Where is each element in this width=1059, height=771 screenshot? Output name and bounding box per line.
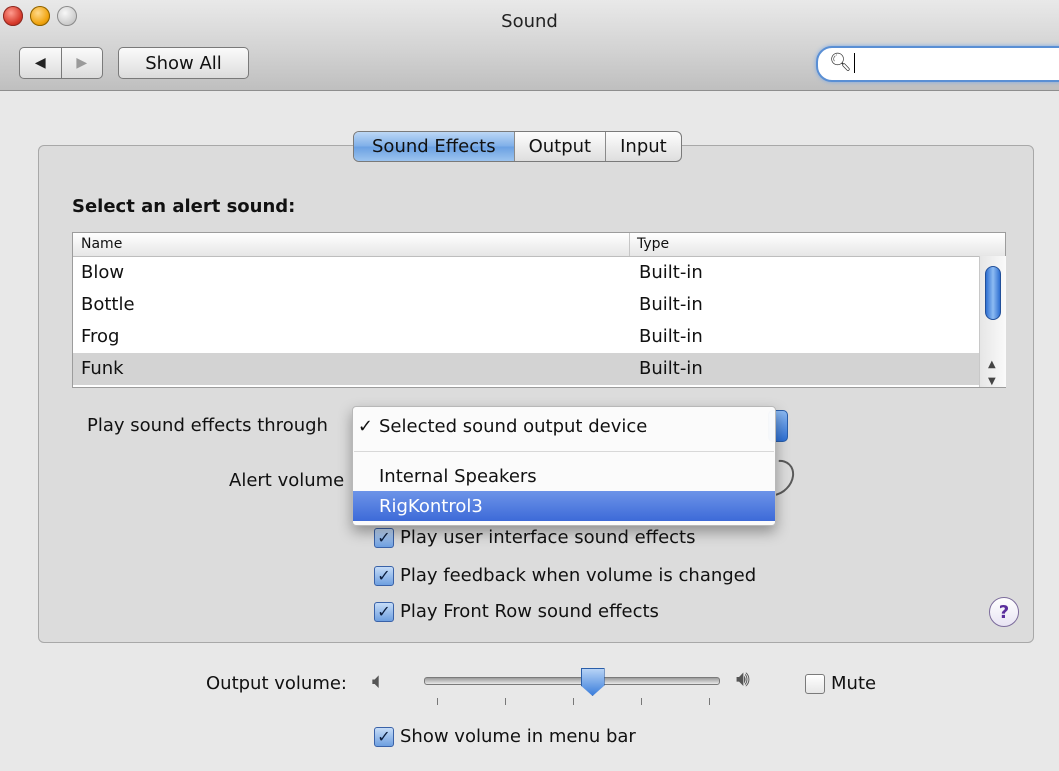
tab-input[interactable]: Input	[605, 132, 681, 161]
checkbox-label: Play feedback when volume is changed	[400, 565, 757, 586]
checkbox-label: Show volume in menu bar	[400, 726, 636, 747]
column-header-name[interactable]: Name	[81, 236, 122, 252]
menu-item-internal-speakers[interactable]: Internal Speakers	[353, 461, 775, 491]
search-icon: 🔍︎	[829, 52, 852, 73]
feedback-checkbox[interactable]: ✓ Play feedback when volume is changed	[374, 565, 756, 586]
menu-item-label: RigKontrol3	[379, 495, 483, 517]
scroll-up-icon[interactable]: ▲	[988, 359, 996, 370]
output-device-menu: ✓ Selected sound output device Internal …	[352, 406, 776, 526]
output-volume-slider[interactable]	[424, 677, 720, 685]
alert-volume-label: Alert volume	[229, 470, 345, 491]
column-header-type[interactable]: Type	[637, 236, 669, 252]
show-volume-menubar-checkbox[interactable]: ✓ Show volume in menu bar	[374, 726, 636, 747]
volume-slider-knob[interactable]	[580, 668, 605, 696]
menu-separator	[354, 451, 774, 452]
row-type: Built-in	[639, 262, 703, 283]
menu-item-label: Internal Speakers	[379, 465, 537, 487]
menu-item-selected-output-device[interactable]: ✓ Selected sound output device	[353, 411, 775, 441]
slider-tick	[505, 698, 506, 705]
checkbox-label: Play user interface sound effects	[400, 527, 696, 548]
window-toolbar: Sound ◀ ▶ Show All 🔍︎	[0, 0, 1059, 91]
checkbox-label: Play Front Row sound effects	[400, 601, 659, 622]
table-row[interactable]: Frog Built-in	[73, 321, 979, 353]
slider-tick	[573, 698, 574, 705]
row-name: Bottle	[81, 294, 135, 315]
slider-tick	[641, 698, 642, 705]
alert-sound-table: Name Type Blow Built-in Bottle Built-in …	[72, 232, 1006, 388]
mute-checkbox[interactable]: Mute	[805, 673, 876, 694]
tab-sound-effects[interactable]: Sound Effects	[354, 132, 514, 161]
back-button[interactable]: ◀	[20, 48, 61, 78]
table-row[interactable]: Bottle Built-in	[73, 289, 979, 321]
ui-sounds-checkbox[interactable]: ✓ Play user interface sound effects	[374, 527, 695, 548]
row-type: Built-in	[639, 294, 703, 315]
output-volume-label: Output volume:	[206, 673, 347, 694]
slider-tick	[437, 698, 438, 705]
row-name: Blow	[81, 262, 125, 283]
text-caret	[854, 53, 855, 73]
table-header: Name Type	[73, 233, 1005, 257]
speaker-low-icon: 🔈︎	[372, 669, 386, 694]
checkbox-checked-icon: ✓	[374, 726, 394, 747]
checkmark-icon: ✓	[357, 415, 373, 437]
forward-button[interactable]: ▶	[60, 48, 103, 78]
scrollbar-thumb[interactable]	[985, 266, 1001, 320]
show-all-button[interactable]: Show All	[118, 47, 249, 79]
column-divider	[629, 233, 630, 256]
search-input[interactable]: 🔍︎	[816, 46, 1059, 82]
table-scrollbar[interactable]: ▲ ▼	[979, 256, 1006, 387]
checkbox-label: Mute	[831, 673, 877, 694]
speaker-high-icon: 🔊︎	[736, 667, 750, 692]
play-through-label: Play sound effects through	[87, 415, 328, 436]
alert-sound-heading: Select an alert sound:	[72, 196, 296, 217]
front-row-checkbox[interactable]: ✓ Play Front Row sound effects	[374, 601, 659, 622]
table-row[interactable]: Blow Built-in	[73, 257, 979, 289]
window-title: Sound	[501, 11, 558, 32]
row-name: Frog	[81, 326, 120, 347]
menu-item-rigkontrol3[interactable]: RigKontrol3	[353, 491, 775, 521]
tab-bar: Sound Effects Output Input	[353, 131, 682, 162]
row-type: Built-in	[639, 326, 703, 347]
help-button[interactable]: ?	[989, 597, 1019, 627]
checkbox-unchecked-icon	[805, 673, 825, 694]
row-name: Funk	[81, 358, 124, 379]
checkbox-checked-icon: ✓	[374, 527, 394, 548]
menu-item-label: Selected sound output device	[379, 415, 648, 437]
scroll-down-icon[interactable]: ▼	[988, 376, 996, 387]
tab-output[interactable]: Output	[513, 132, 606, 161]
checkbox-checked-icon: ✓	[374, 565, 394, 586]
slider-tick	[709, 698, 710, 705]
table-row-selected[interactable]: Funk Built-in	[73, 353, 979, 385]
checkbox-checked-icon: ✓	[374, 601, 394, 622]
back-forward-control: ◀ ▶	[19, 47, 103, 79]
row-type: Built-in	[639, 358, 703, 379]
